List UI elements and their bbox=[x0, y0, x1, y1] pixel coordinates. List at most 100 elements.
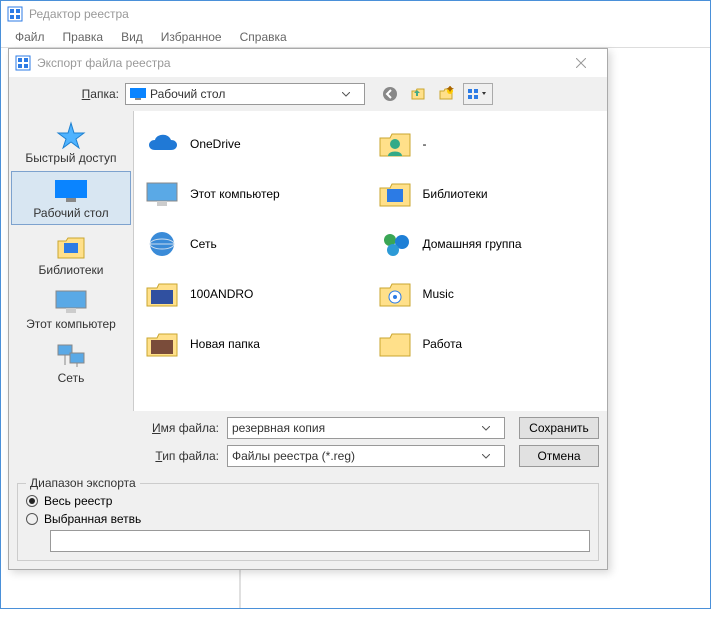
list-item[interactable]: Библиотеки bbox=[371, 169, 604, 219]
new-folder-icon: ✦ bbox=[438, 86, 454, 102]
filetype-label: Тип файла: bbox=[129, 449, 219, 463]
chevron-down-icon bbox=[342, 92, 360, 97]
list-item[interactable]: Работа bbox=[371, 319, 604, 369]
dialog-title-bar: Экспорт файла реестра bbox=[9, 49, 607, 77]
desktop-icon bbox=[130, 88, 146, 100]
chevron-down-icon bbox=[482, 426, 500, 431]
folder-up-icon bbox=[410, 86, 426, 102]
up-button[interactable] bbox=[407, 83, 429, 105]
branch-input[interactable] bbox=[50, 530, 590, 552]
filename-input[interactable]: резервная копия bbox=[227, 417, 505, 439]
list-item-label: 100ANDRO bbox=[190, 287, 253, 301]
menu-fav[interactable]: Избранное bbox=[153, 28, 230, 46]
dialog-body: Быстрый доступ Рабочий стол Библиотеки Э… bbox=[9, 111, 607, 411]
list-item-label: Этот компьютер bbox=[190, 187, 280, 201]
list-item-label: Домашняя группа bbox=[423, 237, 522, 251]
radio-all-registry[interactable]: Весь реестр bbox=[26, 494, 590, 508]
file-list[interactable]: OneDrive Этот компьютер Сеть 100ANDRO bbox=[133, 111, 607, 411]
sidebar-item-label: Сеть bbox=[58, 371, 85, 385]
sidebar-item-quickaccess[interactable]: Быстрый доступ bbox=[11, 115, 131, 169]
sidebar-item-label: Библиотеки bbox=[38, 263, 103, 277]
sidebar-item-libraries[interactable]: Библиотеки bbox=[11, 227, 131, 281]
radio-selected-branch[interactable]: Выбранная ветвь bbox=[26, 512, 590, 526]
menu-bar: Файл Правка Вид Избранное Справка bbox=[1, 26, 710, 48]
list-item[interactable]: Этот компьютер bbox=[138, 169, 371, 219]
sidebar-item-computer[interactable]: Этот компьютер bbox=[11, 283, 131, 335]
dialog-title: Экспорт файла реестра bbox=[37, 56, 561, 70]
list-item-label: Сеть bbox=[190, 237, 217, 251]
folder-label: Папка: bbox=[69, 87, 119, 101]
folder-music-icon bbox=[375, 274, 415, 314]
folder-row: Папка: Рабочий стол ✦ bbox=[9, 77, 607, 111]
folder-icon bbox=[142, 324, 182, 364]
menu-help[interactable]: Справка bbox=[232, 28, 295, 46]
list-item[interactable]: - bbox=[371, 119, 604, 169]
list-item[interactable]: Music bbox=[371, 269, 604, 319]
sidebar-item-network[interactable]: Сеть bbox=[11, 337, 131, 389]
regedit-icon bbox=[7, 6, 23, 22]
export-dialog: Экспорт файла реестра Папка: Рабочий сто… bbox=[8, 48, 608, 570]
folder-icon bbox=[142, 274, 182, 314]
svg-text:✦: ✦ bbox=[445, 86, 454, 96]
sidebar-item-label: Быстрый доступ bbox=[25, 151, 116, 165]
folder-combo-text: Рабочий стол bbox=[146, 87, 342, 101]
chevron-down-icon bbox=[482, 454, 500, 459]
main-title: Редактор реестра bbox=[29, 7, 129, 21]
computer-icon bbox=[142, 174, 182, 214]
view-icon bbox=[466, 87, 490, 101]
list-item-label: OneDrive bbox=[190, 137, 241, 151]
fields-row: Имя файла: резервная копия Сохранить Тип… bbox=[9, 411, 607, 481]
list-item[interactable]: Домашняя группа bbox=[371, 219, 604, 269]
regedit-icon bbox=[15, 55, 31, 71]
save-button[interactable]: Сохранить bbox=[519, 417, 599, 439]
view-menu-button[interactable] bbox=[463, 83, 493, 105]
menu-file[interactable]: Файл bbox=[7, 28, 53, 46]
cloud-icon bbox=[142, 124, 182, 164]
list-item[interactable]: Новая папка bbox=[138, 319, 371, 369]
filename-value: резервная копия bbox=[232, 421, 482, 435]
computer-icon bbox=[53, 289, 89, 315]
new-folder-button[interactable]: ✦ bbox=[435, 83, 457, 105]
filename-label: Имя файла: bbox=[129, 421, 219, 435]
sidebar-item-label: Этот компьютер bbox=[26, 317, 116, 331]
export-range-legend: Диапазон экспорта bbox=[26, 476, 140, 490]
export-range-group: Диапазон экспорта Весь реестр Выбранная … bbox=[17, 483, 599, 561]
main-title-bar: Редактор реестра bbox=[1, 0, 710, 26]
save-button-label: Сохранить bbox=[529, 421, 589, 435]
cancel-button-label: Отмена bbox=[537, 449, 580, 463]
list-item-label: Music bbox=[423, 287, 454, 301]
radio-icon bbox=[26, 513, 38, 525]
menu-view[interactable]: Вид bbox=[113, 28, 151, 46]
sidebar-item-label: Рабочий стол bbox=[33, 206, 108, 220]
toolbar-icons: ✦ bbox=[379, 83, 493, 105]
folder-combo[interactable]: Рабочий стол bbox=[125, 83, 365, 105]
list-item[interactable]: 100ANDRO bbox=[138, 269, 371, 319]
desktop-icon bbox=[53, 178, 89, 204]
list-item-label: Работа bbox=[423, 337, 463, 351]
list-item[interactable]: Сеть bbox=[138, 219, 371, 269]
close-icon bbox=[576, 58, 586, 68]
star-icon bbox=[55, 121, 87, 149]
filetype-select[interactable]: Файлы реестра (*.reg) bbox=[227, 445, 505, 467]
network-icon bbox=[54, 343, 88, 369]
places-sidebar: Быстрый доступ Рабочий стол Библиотеки Э… bbox=[9, 111, 133, 411]
homegroup-icon bbox=[375, 224, 415, 264]
list-item-label: Библиотеки bbox=[423, 187, 488, 201]
user-folder-icon bbox=[375, 124, 415, 164]
radio-icon bbox=[26, 495, 38, 507]
network-icon bbox=[142, 224, 182, 264]
close-button[interactable] bbox=[561, 53, 601, 73]
list-item-label: Новая папка bbox=[190, 337, 260, 351]
back-icon bbox=[382, 86, 398, 102]
libraries-icon bbox=[375, 174, 415, 214]
filetype-value: Файлы реестра (*.reg) bbox=[232, 449, 482, 463]
menu-edit[interactable]: Правка bbox=[55, 28, 112, 46]
list-item-label: - bbox=[423, 137, 427, 151]
list-item[interactable]: OneDrive bbox=[138, 119, 371, 169]
sidebar-item-desktop[interactable]: Рабочий стол bbox=[11, 171, 131, 225]
libraries-icon bbox=[54, 233, 88, 261]
radio-label: Весь реестр bbox=[44, 494, 112, 508]
folder-icon bbox=[375, 324, 415, 364]
back-button[interactable] bbox=[379, 83, 401, 105]
cancel-button[interactable]: Отмена bbox=[519, 445, 599, 467]
